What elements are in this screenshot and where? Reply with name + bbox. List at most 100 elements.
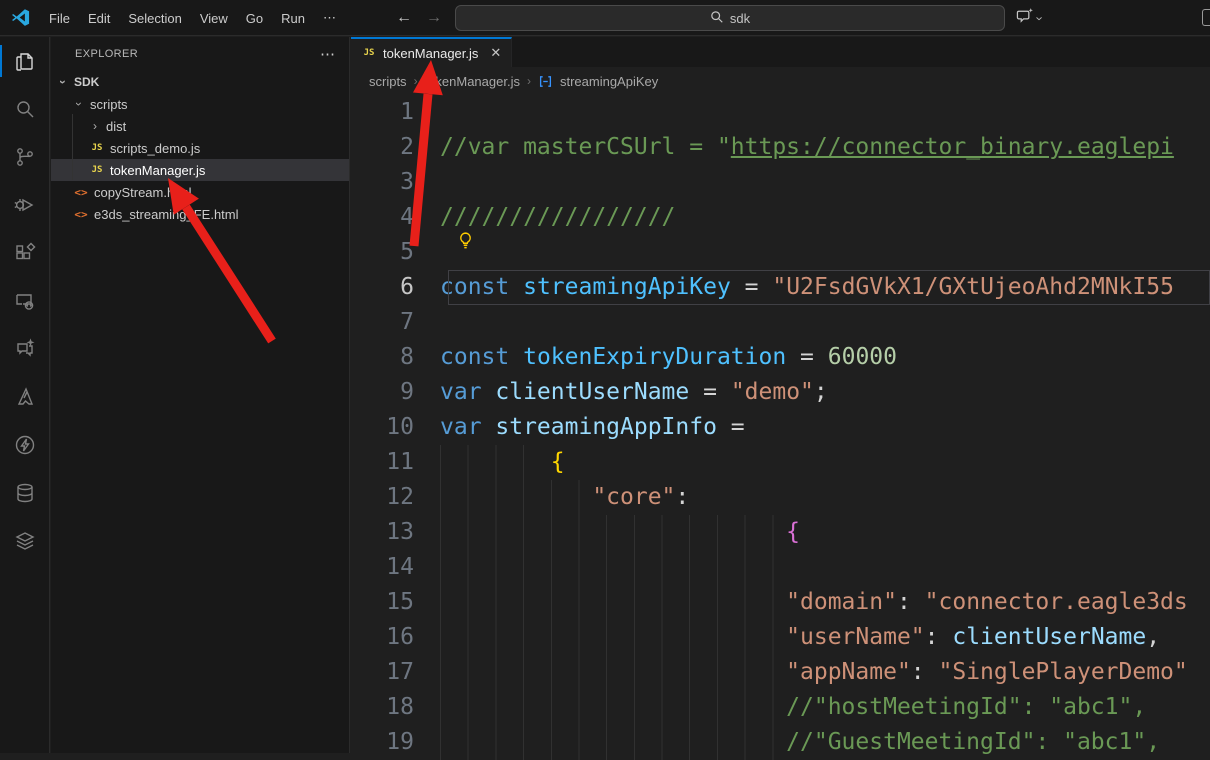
code-line-13[interactable]: 13{	[351, 515, 1210, 550]
tree-item-label: tokenManager.js	[110, 163, 205, 178]
code-line-8[interactable]: 8const tokenExpiryDuration = 60000	[351, 340, 1210, 375]
database-icon[interactable]	[0, 469, 50, 517]
code-line-4[interactable]: 4/////////////////	[351, 200, 1210, 235]
line-number: 3	[351, 165, 440, 200]
tab-close-icon[interactable]: ✕	[490, 45, 501, 61]
explorer-more-actions-icon[interactable]: ⋯	[320, 45, 335, 63]
breadcrumb-symbol[interactable]: streamingApiKey	[560, 74, 658, 89]
tree-item-dist[interactable]: ›dist	[51, 115, 349, 137]
token-op: :	[897, 589, 925, 615]
token-str: "core"	[592, 484, 675, 510]
code-line-7[interactable]: 7	[351, 305, 1210, 340]
token-kw: const	[440, 274, 523, 300]
layout-panel-icon[interactable]	[1202, 9, 1210, 26]
explorer-icon[interactable]	[0, 37, 50, 85]
tree-item-e3ds-streaming-fe-html[interactable]: <>e3ds_streaming_FE.html	[51, 203, 349, 225]
code-text	[440, 95, 1210, 130]
lightbulb-icon[interactable]	[456, 231, 475, 255]
token-op: ;	[814, 379, 828, 405]
token-op: =	[717, 414, 745, 440]
indent-guides	[440, 655, 786, 690]
back-arrow-icon[interactable]: ←	[396, 9, 412, 27]
token-cmt: /////////////////	[440, 204, 675, 230]
file-tree: ›SDK›scripts›distJSscripts_demo.jsJStoke…	[51, 71, 349, 225]
code-text: var streamingAppInfo =	[440, 410, 1210, 445]
code-editor[interactable]: 12//var masterCSUrl = "https://connector…	[351, 95, 1210, 753]
code-line-18[interactable]: 18//"hostMeetingId": "abc1",	[351, 690, 1210, 725]
azure-icon[interactable]	[0, 373, 50, 421]
code-text	[440, 550, 1210, 585]
line-number: 10	[351, 410, 440, 445]
menu-go[interactable]: Go	[237, 7, 272, 30]
menu-run[interactable]: Run	[272, 7, 314, 30]
token-str: "userName"	[786, 624, 924, 650]
activity-bar	[0, 37, 50, 753]
token-kw: var	[440, 414, 495, 440]
menu-view[interactable]: View	[191, 7, 237, 30]
indent-guides	[440, 585, 786, 620]
code-line-9[interactable]: 9var clientUserName = "demo";	[351, 375, 1210, 410]
line-number: 14	[351, 550, 440, 585]
code-line-3[interactable]: 3	[351, 165, 1210, 200]
thunder-client-icon[interactable]	[0, 421, 50, 469]
search-input[interactable]: sdk	[455, 5, 1005, 31]
menu-edit[interactable]: Edit	[79, 7, 119, 30]
code-text: const tokenExpiryDuration = 60000	[440, 340, 1210, 375]
code-line-2[interactable]: 2//var masterCSUrl = "https://connector_…	[351, 130, 1210, 165]
remote-explorer-icon[interactable]	[0, 277, 50, 325]
indent-guides	[440, 550, 786, 585]
menu-more[interactable]: ⋯	[314, 6, 345, 30]
title-bar: File Edit Selection View Go Run ⋯ ← → sd…	[0, 0, 1210, 36]
code-line-19[interactable]: 19//"GuestMeetingId": "abc1",	[351, 725, 1210, 760]
line-number: 11	[351, 445, 440, 480]
forward-arrow-icon[interactable]: →	[426, 9, 442, 27]
code-text: "domain": "connector.eagle3ds	[440, 585, 1210, 620]
code-text: {	[440, 515, 1210, 550]
chevron-down-icon: ›	[72, 98, 86, 110]
code-line-15[interactable]: 15"domain": "connector.eagle3ds	[351, 585, 1210, 620]
line-number: 19	[351, 725, 440, 760]
code-line-1[interactable]: 1	[351, 95, 1210, 130]
indent-guides	[440, 690, 786, 725]
code-line-12[interactable]: 12"core":	[351, 480, 1210, 515]
tree-item-scripts[interactable]: ›scripts	[51, 93, 349, 115]
indent-guides	[440, 515, 786, 550]
extensions-icon[interactable]	[0, 229, 50, 277]
run-debug-icon[interactable]	[0, 181, 50, 229]
layers-icon[interactable]	[0, 517, 50, 565]
code-text: /////////////////	[440, 200, 1210, 235]
tab-tokenmanager[interactable]: JS tokenManager.js ✕	[351, 37, 512, 67]
code-line-10[interactable]: 10var streamingAppInfo =	[351, 410, 1210, 445]
chat-sparkle-icon[interactable]	[0, 325, 50, 373]
line-number: 8	[351, 340, 440, 375]
code-line-17[interactable]: 17"appName": "SinglePlayerDemo"	[351, 655, 1210, 690]
code-line-14[interactable]: 14	[351, 550, 1210, 585]
chevron-down-icon: ›	[56, 76, 70, 88]
line-number: 13	[351, 515, 440, 550]
token-cname: tokenExpiryDuration	[523, 344, 786, 370]
line-number: 17	[351, 655, 440, 690]
token-vname: streamingAppInfo	[495, 414, 717, 440]
search-view-icon[interactable]	[0, 85, 50, 133]
code-line-11[interactable]: 11{	[351, 445, 1210, 480]
token-str: "U2FsdGVkX1/GXtUjeoAhd2MNkI55	[772, 274, 1174, 300]
code-line-5[interactable]: 5	[351, 235, 1210, 270]
tree-item-copystream-html[interactable]: <>copyStream.html	[51, 181, 349, 203]
breadcrumb-scripts[interactable]: scripts	[369, 74, 407, 89]
tree-item-tokenmanager-js[interactable]: JStokenManager.js	[51, 159, 349, 181]
copilot-menu[interactable]: ›	[1016, 6, 1042, 30]
html-file-icon: <>	[73, 208, 89, 221]
tree-item-scripts-demo-js[interactable]: JSscripts_demo.js	[51, 137, 349, 159]
menu-selection[interactable]: Selection	[119, 7, 190, 30]
tree-item-sdk[interactable]: ›SDK	[51, 71, 349, 93]
breadcrumb-file[interactable]: tokenManager.js	[425, 74, 520, 89]
code-text: {	[440, 445, 1210, 480]
search-icon	[710, 10, 724, 27]
token-str: "demo"	[731, 379, 814, 405]
source-control-icon[interactable]	[0, 133, 50, 181]
token-op: :	[911, 659, 939, 685]
menu-file[interactable]: File	[40, 7, 79, 30]
code-line-16[interactable]: 16"userName": clientUserName,	[351, 620, 1210, 655]
code-text: //var masterCSUrl = "https://connector_b…	[440, 130, 1210, 165]
code-line-6[interactable]: 6const streamingApiKey = "U2FsdGVkX1/GXt…	[351, 270, 1210, 305]
